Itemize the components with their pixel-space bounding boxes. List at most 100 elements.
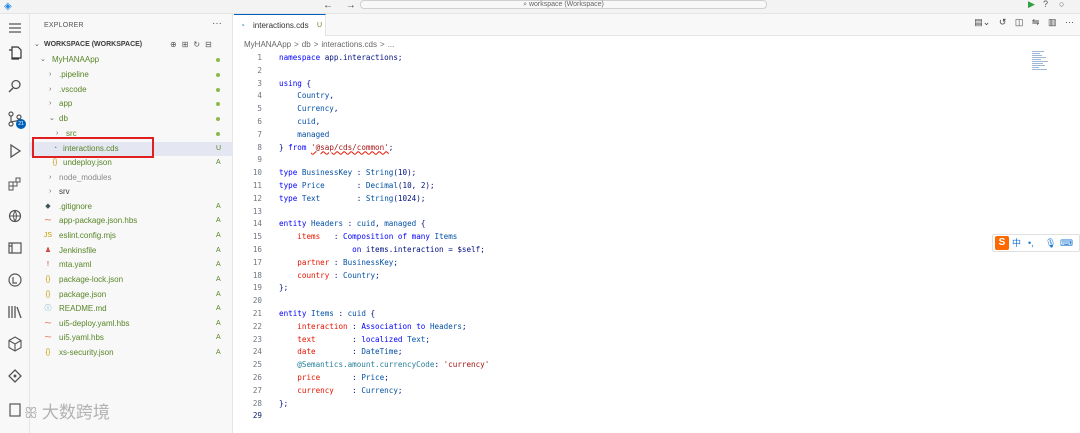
breadcrumb-item[interactable]: db (302, 40, 311, 49)
source-icon[interactable]: ⇋ (1032, 17, 1040, 27)
collapse-all-icon[interactable]: ⊟ (205, 40, 212, 49)
ime-punctuation[interactable]: •, (1028, 235, 1034, 251)
tree-item[interactable]: JS eslint.config.mjs A (30, 229, 233, 243)
workspace-header[interactable]: ⌄ WORKSPACE (WORKSPACE) ⊕ ⊞ ↻ ⊟ (30, 40, 233, 52)
code-line[interactable]: 20 (234, 295, 1034, 308)
code-line[interactable]: 26 price : Price; (234, 372, 1034, 385)
more-actions-icon[interactable]: ··· (212, 18, 222, 29)
code-line[interactable]: 5 Currency, (234, 103, 1034, 116)
back-arrow-icon[interactable]: ← (323, 0, 333, 11)
code-line[interactable]: 11 type Price : Decimal(10, 2); (234, 180, 1034, 193)
new-folder-icon[interactable]: ⊞ (182, 40, 189, 49)
tree-item[interactable]: {} xs-security.json A (30, 346, 233, 360)
code-line[interactable]: 10 type BusinessKey : String(10); (234, 167, 1034, 180)
chevron-right-icon[interactable]: › (49, 83, 51, 97)
code-line[interactable]: 14 entity Headers : cuid, managed { (234, 218, 1034, 231)
ime-toolbar[interactable]: S 中 •, 🎙 ⌨ (992, 234, 1080, 252)
menu-icon[interactable] (5, 18, 25, 38)
chevron-down-icon[interactable]: ⌄ (40, 53, 46, 67)
ime-logo[interactable]: S (995, 236, 1009, 250)
new-file-icon[interactable]: ⊕ (170, 40, 177, 49)
search-icon[interactable] (5, 76, 25, 96)
code-line[interactable]: 22 interaction : Association to Headers; (234, 321, 1034, 334)
code-line[interactable]: 23 text : localized Text; (234, 334, 1034, 347)
tree-item[interactable]: ⓘ README.md A (30, 302, 233, 316)
tree-item[interactable]: {} package.json A (30, 288, 233, 302)
code-line[interactable]: 19}; (234, 282, 1034, 295)
minimap[interactable] (1032, 51, 1054, 77)
code-line[interactable]: 27 currency : Currency; (234, 385, 1034, 398)
tree-item[interactable]: ⁓ ui5.yaml.hbs A (30, 331, 233, 345)
code-line[interactable]: 1 namespace app.interactions; (234, 52, 1034, 65)
code-line[interactable]: 13 (234, 206, 1034, 219)
code-line[interactable]: 6 cuid, (234, 116, 1034, 129)
breadcrumb-item[interactable]: ... (388, 40, 395, 49)
code-line[interactable]: 8} from '@sap/cds/common'; (234, 142, 1034, 155)
help-icon[interactable]: ? (1043, 0, 1048, 9)
chevron-right-icon[interactable]: › (49, 171, 51, 185)
tree-item[interactable]: {} undeploy.json A (30, 156, 233, 170)
cds-graph-icon[interactable] (5, 366, 25, 386)
chevron-down-icon[interactable]: ⌄ (49, 112, 55, 126)
code-line[interactable]: 29 (234, 410, 1034, 423)
tree-item[interactable]: ⌄ MyHANAApp (30, 53, 233, 67)
tree-item[interactable]: › app (30, 97, 233, 111)
tree-item[interactable]: › .vscode (30, 83, 233, 97)
tree-item[interactable]: ⁓ app-package.json.hbs A (30, 214, 233, 228)
tab-interactions-cds[interactable]: ◔ interactions.cds U (234, 14, 326, 36)
code-line[interactable]: 12 type Text : String(1024); (234, 193, 1034, 206)
source-control-icon[interactable]: 21 (5, 109, 26, 129)
microphone-icon[interactable]: 🎙 (1045, 235, 1056, 251)
code-line[interactable]: 18 country : Country; (234, 270, 1034, 283)
run-icon[interactable]: ▶ (1028, 0, 1035, 9)
editor-more-icon[interactable]: ··· (1065, 17, 1074, 27)
remote-explorer-icon[interactable] (5, 206, 25, 226)
tree-item[interactable]: ♟ Jenkinsfile A (30, 244, 233, 258)
sap-tools-icon[interactable] (5, 270, 25, 290)
extensions-icon[interactable] (5, 174, 25, 194)
code-line[interactable]: 28}; (234, 398, 1034, 411)
cloud-foundry-icon[interactable] (5, 238, 25, 258)
page-map-icon[interactable] (5, 400, 25, 420)
breadcrumb-item[interactable]: interactions.cds (321, 40, 377, 49)
tree-item[interactable]: › srv (30, 185, 233, 199)
line-content: text : localized Text; (297, 334, 430, 344)
chevron-right-icon[interactable]: › (49, 97, 51, 111)
explorer-files-icon[interactable] (5, 43, 25, 63)
code-line[interactable]: 17 partner : BusinessKey; (234, 257, 1034, 270)
code-line[interactable]: 3 using { (234, 78, 1034, 91)
library-icon[interactable] (5, 302, 25, 322)
account-icon[interactable]: ○ (1059, 0, 1064, 9)
preview-icon[interactable]: ▤⌄ (974, 17, 990, 27)
code-line[interactable]: 2 (234, 65, 1034, 78)
code-line[interactable]: 25 @Semantics.amount.currencyCode: 'curr… (234, 359, 1034, 372)
keyboard-icon[interactable]: ⌨ (1060, 235, 1073, 251)
code-line[interactable]: 4 Country, (234, 90, 1034, 103)
hana-database-icon[interactable] (5, 334, 25, 354)
chevron-right-icon[interactable]: › (49, 185, 51, 199)
code-line[interactable]: 15 items : Composition of many Items (234, 231, 1034, 244)
tree-item[interactable]: ⌄ db (30, 112, 233, 126)
run-debug-icon[interactable] (5, 141, 25, 161)
code-line[interactable]: 21 entity Items : cuid { (234, 308, 1034, 321)
breadcrumb-item[interactable]: MyHANAApp (244, 40, 291, 49)
line-number: 24 (252, 347, 262, 357)
command-center[interactable]: ⌕ workspace (Workspace) (360, 0, 767, 9)
code-line[interactable]: 24 date : DateTime; (234, 346, 1034, 359)
tree-item[interactable]: › .pipeline (30, 68, 233, 82)
tree-item[interactable]: ⁓ ui5-deploy.yaml.hbs A (30, 317, 233, 331)
chevron-right-icon[interactable]: › (49, 68, 51, 82)
code-line[interactable]: 16 on items.interaction = $self; (234, 244, 1034, 257)
tree-item[interactable]: ! mta.yaml A (30, 258, 233, 272)
code-line[interactable]: 9 (234, 154, 1034, 167)
split-right-icon[interactable]: ▥ (1048, 17, 1057, 27)
forward-arrow-icon[interactable]: → (346, 0, 356, 11)
tree-item[interactable]: ◆ .gitignore A (30, 200, 233, 214)
code-line[interactable]: 7 managed (234, 129, 1034, 142)
tree-item[interactable]: › node_modules (30, 171, 233, 185)
refresh-icon[interactable]: ↻ (193, 40, 200, 49)
split-editor-icon[interactable]: ◫ (1015, 17, 1024, 27)
ime-language[interactable]: 中 (1012, 235, 1021, 251)
tree-item[interactable]: {} package-lock.json A (30, 273, 233, 287)
open-changes-icon[interactable]: ↺ (999, 17, 1007, 27)
